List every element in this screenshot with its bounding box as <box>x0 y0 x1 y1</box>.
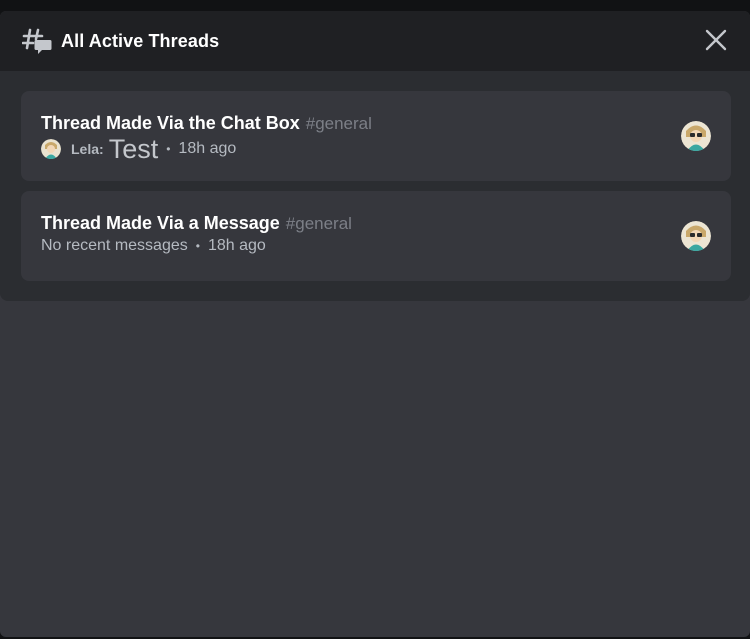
timestamp: 18h ago <box>178 140 237 157</box>
app-backdrop: All Active Threads Thread Made Via the C… <box>0 0 750 639</box>
thread-list: Thread Made Via the Chat Box #general Lel… <box>0 71 750 301</box>
active-threads-modal: All Active Threads Thread Made Via the C… <box>0 11 750 637</box>
thread-item[interactable]: Thread Made Via a Message #general No rec… <box>21 191 731 281</box>
thread-title[interactable]: Thread Made Via a Message #general <box>41 213 352 234</box>
threads-icon <box>22 28 52 54</box>
author-name[interactable]: Lela: <box>71 141 104 157</box>
channel-tag[interactable]: #general <box>286 214 352 233</box>
thread-name[interactable]: Thread Made Via the Chat Box <box>41 113 300 133</box>
thread-meta: Lela: Test • 18h ago <box>41 134 237 164</box>
thread-name[interactable]: Thread Made Via a Message <box>41 213 280 233</box>
timestamp: 18h ago <box>207 237 266 254</box>
separator-dot: • <box>195 239 200 253</box>
modal-title: All Active Threads <box>61 31 220 51</box>
modal-header: All Active Threads <box>0 11 750 71</box>
participant-avatar[interactable] <box>681 121 711 151</box>
separator-dot: • <box>166 142 171 156</box>
thread-meta: No recent messages • 18h ago <box>41 237 266 255</box>
participant-avatar[interactable] <box>681 221 711 251</box>
channel-tag[interactable]: #general <box>306 114 372 133</box>
close-icon[interactable] <box>704 28 728 52</box>
thread-item[interactable]: Thread Made Via the Chat Box #general Lel… <box>21 91 731 181</box>
author-avatar[interactable] <box>41 139 61 159</box>
message-preview: Test <box>108 134 159 164</box>
thread-title[interactable]: Thread Made Via the Chat Box #general <box>41 113 372 134</box>
message-preview: No recent messages <box>41 237 188 254</box>
